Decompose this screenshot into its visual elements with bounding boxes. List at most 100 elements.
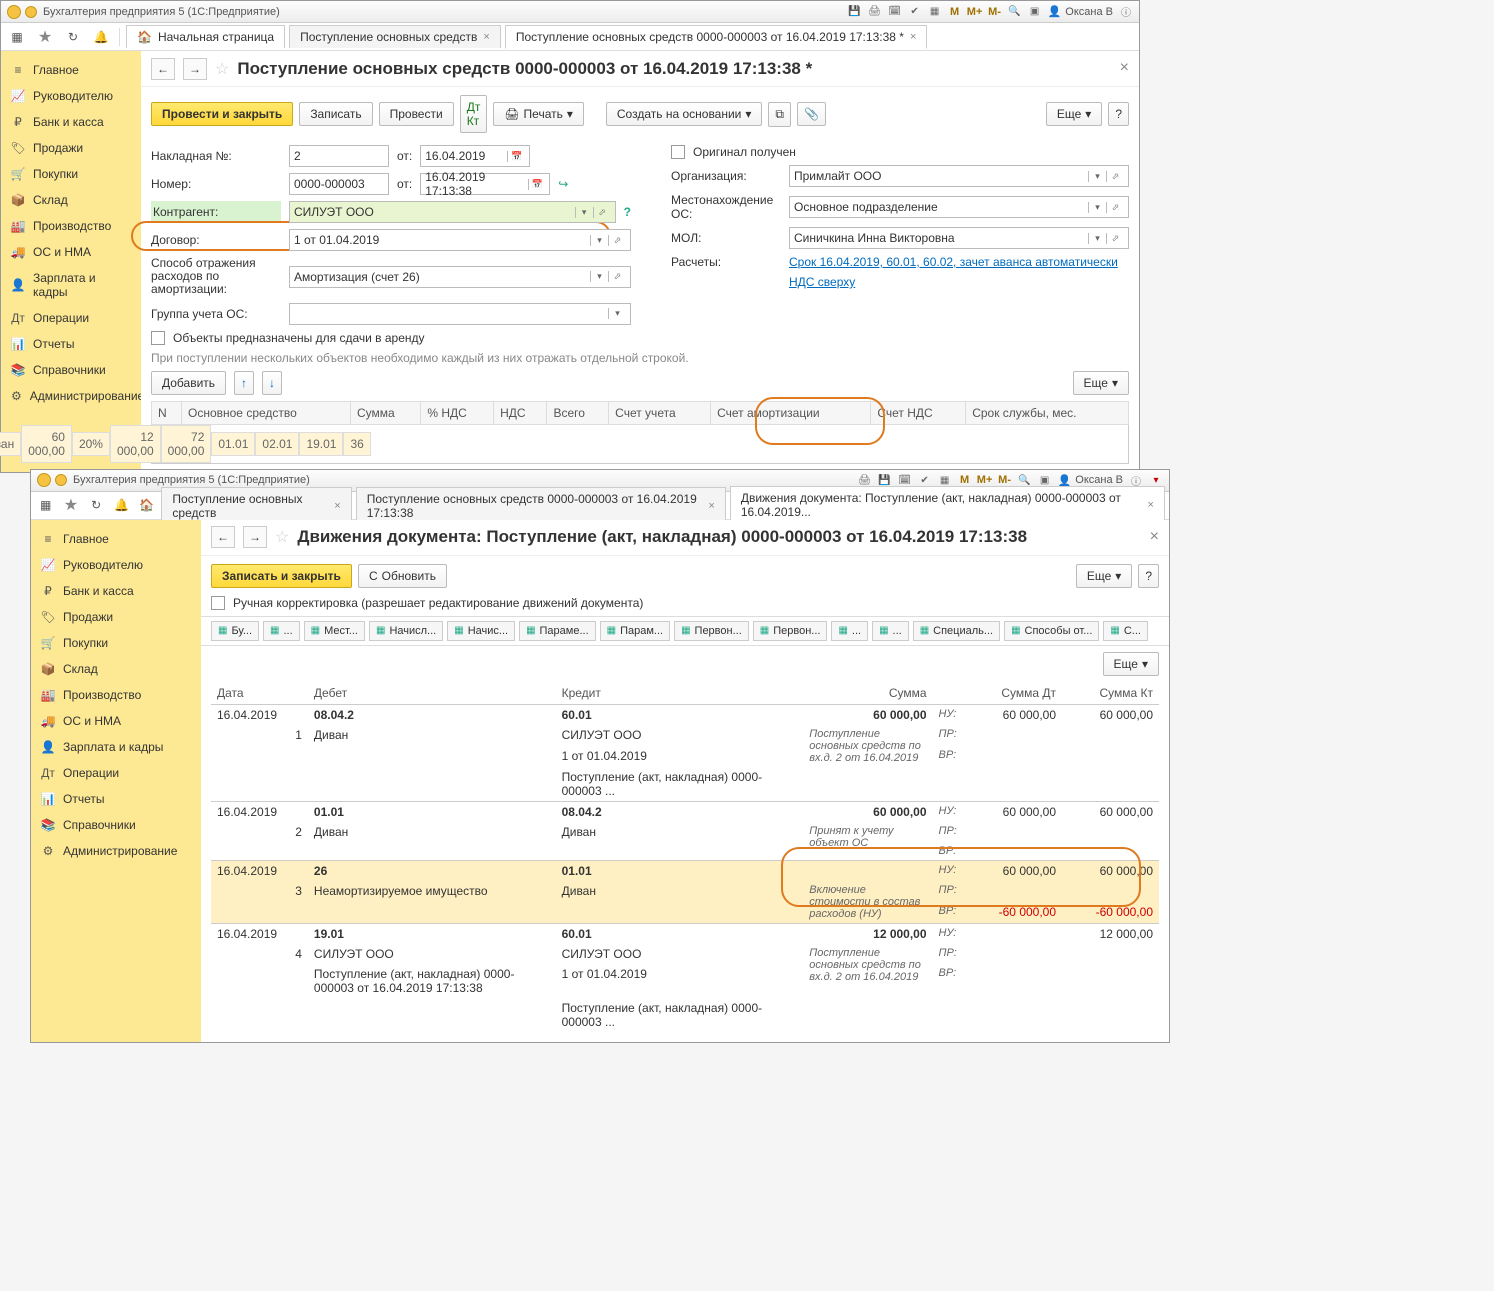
apps-icon[interactable]: ▦ [35, 493, 56, 517]
calc-icon[interactable]: 🗓 [898, 473, 912, 487]
subtab[interactable]: ▦Начисл... [369, 621, 443, 641]
history-icon[interactable]: ↻ [86, 493, 107, 517]
mov-row[interactable]: 16.04.201901.0108.04.260 000,00НУ:60 000… [211, 801, 1159, 822]
save-close-button[interactable]: Записать и закрыть [211, 564, 352, 588]
subtab[interactable]: ▦Мест... [304, 621, 365, 641]
nav-reports[interactable]: 📊Отчеты [1, 331, 141, 357]
nav-purchases[interactable]: 🛒Покупки [1, 161, 141, 187]
struct-button[interactable]: ⧉ [768, 102, 791, 127]
inp-nakl[interactable]: 2 [289, 145, 389, 167]
check-icon[interactable]: ✔ [908, 5, 922, 19]
down-button[interactable]: ↓ [262, 371, 282, 395]
nav-bank[interactable]: ₽Банк и касса [1, 109, 141, 135]
nav-main[interactable]: ≡Главное [31, 526, 201, 552]
nav-sales[interactable]: 🏷Продажи [31, 604, 201, 630]
nav-admin[interactable]: ⚙Администрирование [31, 838, 201, 864]
nav-ops[interactable]: ДтОперации [1, 305, 141, 331]
dropdown-icon[interactable]: ▾ [575, 207, 593, 218]
open-icon[interactable]: ⬀ [608, 271, 626, 282]
calendar-icon[interactable]: 📅 [528, 179, 545, 190]
inp-contr[interactable]: СИЛУЭТ ООО▾⬀ [289, 201, 616, 223]
star-icon[interactable]: ☆ [275, 527, 289, 547]
print-icon[interactable]: 🖨 [858, 473, 872, 487]
print-icon[interactable]: 🖨 [868, 5, 882, 19]
nav-purchases[interactable]: 🛒Покупки [31, 630, 201, 656]
favorites-icon[interactable]: ★ [33, 25, 57, 49]
subtab[interactable]: ▦Первон... [753, 621, 828, 641]
dropdown-icon[interactable]: ▾ [1088, 233, 1106, 244]
chk-manual[interactable] [211, 596, 225, 610]
dtkt-button[interactable]: ДтКт [460, 95, 488, 133]
favorites-icon[interactable]: ★ [60, 493, 81, 517]
tab-1[interactable]: Поступление основных средств× [161, 487, 351, 524]
m-icon[interactable]: M [958, 473, 972, 487]
calendar-icon[interactable]: 📅 [507, 151, 525, 162]
up-button[interactable]: ↑ [234, 371, 254, 395]
nav-production[interactable]: 🏭Производство [1, 213, 141, 239]
mov-row[interactable]: 16.04.201919.0160.0112 000,00НУ:12 000,0… [211, 923, 1159, 944]
tab-2-active[interactable]: Поступление основных средств 0000-000003… [505, 25, 928, 49]
nav-production[interactable]: 🏭Производство [31, 682, 201, 708]
inp-mol[interactable]: Синичкина Инна Викторовна▾⬀ [789, 227, 1129, 249]
close-icon[interactable]: × [910, 31, 916, 43]
apps-icon[interactable]: ▦ [5, 25, 29, 49]
more-button[interactable]: Еще ▾ [1076, 564, 1132, 588]
open-icon[interactable]: ⬀ [593, 207, 611, 218]
info-icon[interactable]: ⓘ [1129, 473, 1143, 487]
back-button[interactable]: ← [151, 58, 175, 80]
subtab[interactable]: ▦... [263, 621, 300, 641]
mminus-icon[interactable]: M- [988, 5, 1002, 19]
link-calc[interactable]: Срок 16.04.2019, 60.01, 60.02, зачет ава… [789, 255, 1118, 269]
close-doc-icon[interactable]: × [1150, 528, 1159, 546]
close-icon[interactable]: × [334, 500, 340, 512]
subtab[interactable]: ▦Парам... [600, 621, 670, 641]
subtab[interactable]: ▦... [831, 621, 868, 641]
history-icon[interactable]: ↻ [61, 25, 85, 49]
dropdown-icon[interactable]: ▾ [590, 235, 608, 246]
attach-button[interactable]: 📎 [797, 102, 826, 126]
close-icon[interactable]: × [708, 500, 714, 512]
dropdown-icon[interactable] [25, 6, 37, 18]
info-icon[interactable]: ⓘ [1119, 5, 1133, 19]
nav-hr[interactable]: 👤Зарплата и кадры [1, 265, 141, 305]
more-button[interactable]: Еще ▾ [1046, 102, 1102, 126]
forward-button[interactable]: → [183, 58, 207, 80]
new-icon[interactable]: ↪ [558, 177, 568, 191]
help-button[interactable]: ? [1108, 102, 1129, 126]
subtab[interactable]: ▦... [872, 621, 909, 641]
dropdown-icon[interactable]: ▾ [1088, 202, 1106, 213]
nav-admin[interactable]: ⚙Администрирование [1, 383, 141, 409]
subtab[interactable]: ▦С... [1103, 621, 1148, 641]
save-button[interactable]: Записать [299, 102, 372, 126]
user-label[interactable]: 👤 Оксана В [1058, 474, 1123, 487]
add-button[interactable]: Добавить [151, 371, 226, 395]
post-button[interactable]: Провести [379, 102, 454, 126]
inp-dog[interactable]: 1 от 01.04.2019▾⬀ [289, 229, 631, 251]
save-icon[interactable]: 💾 [848, 5, 862, 19]
nav-hr[interactable]: 👤Зарплата и кадры [31, 734, 201, 760]
open-icon[interactable]: ⬀ [608, 235, 626, 246]
nav-reports[interactable]: 📊Отчеты [31, 786, 201, 812]
user-label[interactable]: 👤 Оксана В [1048, 5, 1113, 18]
chk-orig[interactable] [671, 145, 685, 159]
nav-manager[interactable]: 📈Руководителю [1, 83, 141, 109]
tab-1[interactable]: Поступление основных средств× [289, 25, 501, 48]
close-doc-icon[interactable]: × [1120, 59, 1129, 77]
back-button[interactable]: ← [211, 526, 235, 548]
nav-ops[interactable]: ДтОперации [31, 760, 201, 786]
home-icon[interactable]: 🏠 [136, 493, 157, 517]
inp-org[interactable]: Примлайт ООО▾⬀ [789, 165, 1129, 187]
dropdown-icon[interactable] [55, 474, 67, 486]
nav-os[interactable]: 🚚ОС и НМА [31, 708, 201, 734]
post-close-button[interactable]: Провести и закрыть [151, 102, 293, 126]
dropdown-icon[interactable]: ▾ [1088, 171, 1106, 182]
calendar-icon[interactable]: ▦ [938, 473, 952, 487]
open-icon[interactable]: ⬀ [1106, 171, 1124, 182]
more-table-button[interactable]: Еще ▾ [1073, 371, 1129, 395]
open-icon[interactable]: ⬀ [1106, 233, 1124, 244]
mplus-icon[interactable]: M+ [978, 473, 992, 487]
tab-2[interactable]: Поступление основных средств 0000-000003… [356, 487, 726, 524]
create-based-button[interactable]: Создать на основании ▾ [606, 102, 763, 126]
refresh-button[interactable]: С Обновить [358, 564, 447, 588]
nav-manager[interactable]: 📈Руководителю [31, 552, 201, 578]
